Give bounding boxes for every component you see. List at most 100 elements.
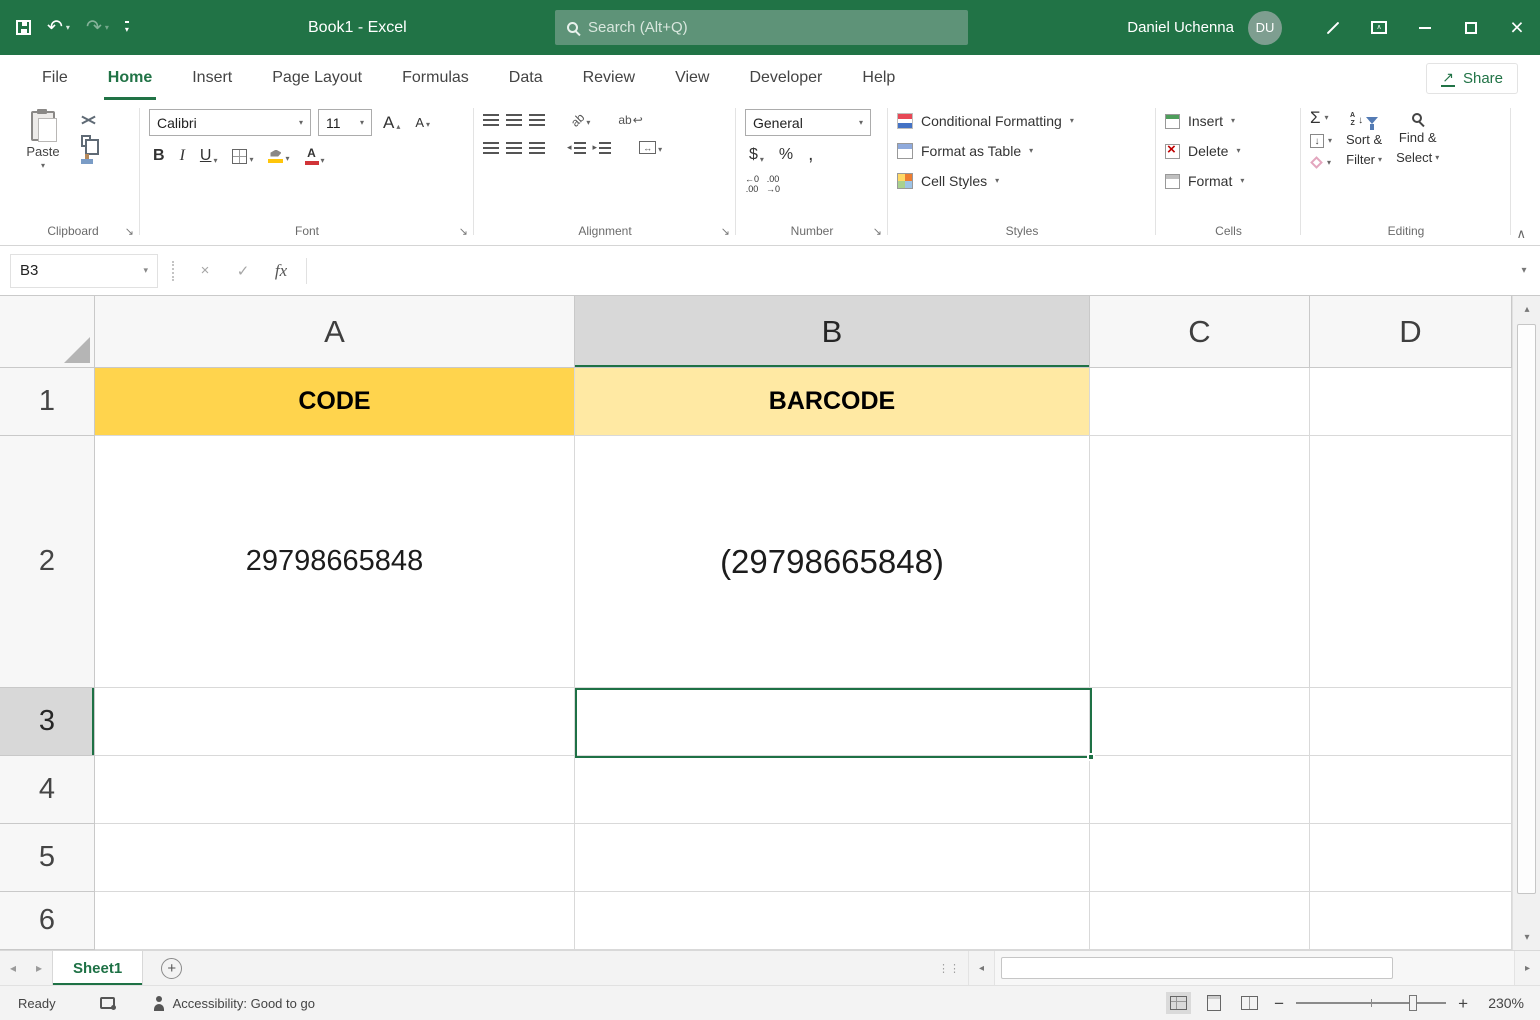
new-sheet-button[interactable]: + [161, 958, 182, 979]
cell-A5[interactable] [95, 824, 575, 892]
row-header-3[interactable]: 3 [0, 688, 95, 756]
font-size-combobox[interactable]: 11▾ [318, 109, 372, 136]
cell-C5[interactable] [1090, 824, 1310, 892]
cell-C1[interactable] [1090, 368, 1310, 436]
increase-font-size-button[interactable]: A▴ [379, 112, 404, 133]
alignment-dialog-launcher[interactable]: ↘ [721, 227, 730, 238]
zoom-out-button[interactable]: − [1274, 995, 1284, 1012]
column-header-B[interactable]: B [575, 296, 1090, 368]
align-middle-icon[interactable] [506, 114, 522, 126]
zoom-level[interactable]: 230% [1480, 995, 1524, 1011]
align-left-icon[interactable] [483, 142, 499, 154]
clear-button[interactable]: ▾ [1310, 156, 1332, 169]
cell-A6[interactable] [95, 892, 575, 950]
tab-data[interactable]: Data [489, 55, 563, 100]
cell-B1[interactable]: BARCODE [575, 368, 1090, 436]
row-header-4[interactable]: 4 [0, 756, 95, 824]
row-header-6[interactable]: 6 [0, 892, 95, 950]
column-header-D[interactable]: D [1310, 296, 1512, 368]
cell-D1[interactable] [1310, 368, 1512, 436]
font-color-button[interactable]: A ▾ [301, 145, 329, 167]
zoom-slider[interactable] [1296, 1002, 1446, 1004]
tab-view[interactable]: View [655, 55, 729, 100]
borders-button[interactable]: ▾ [228, 147, 257, 166]
orientation-button[interactable]: ab▾ [567, 111, 594, 129]
cell-B4[interactable] [575, 756, 1090, 824]
comma-style-button[interactable]: , [804, 147, 817, 162]
zoom-in-button[interactable]: + [1458, 995, 1468, 1012]
account-name[interactable]: Daniel Uchenna [1127, 19, 1234, 36]
formula-bar-resize-handle[interactable] [172, 261, 174, 281]
cell-D6[interactable] [1310, 892, 1512, 950]
insert-function-button[interactable]: fx [262, 254, 300, 288]
next-sheet-button[interactable]: ▸ [26, 951, 52, 985]
scroll-right-button[interactable]: ▸ [1514, 951, 1540, 985]
decrease-indent-button[interactable]: ◂ [567, 142, 586, 154]
close-button[interactable]: × [1494, 0, 1540, 55]
undo-button[interactable]: ↶▾ [47, 18, 70, 37]
number-format-combobox[interactable]: General▾ [745, 109, 871, 136]
align-center-icon[interactable] [506, 142, 522, 154]
sheet-tab-sheet1[interactable]: Sheet1 [52, 951, 143, 985]
page-layout-view-button[interactable] [1203, 991, 1225, 1015]
cell-C6[interactable] [1090, 892, 1310, 950]
inking-button[interactable] [1310, 0, 1356, 55]
minimize-button[interactable] [1402, 0, 1448, 55]
customize-qat-button[interactable]: ▾ [125, 21, 129, 34]
page-break-view-button[interactable] [1237, 992, 1262, 1014]
sort-filter-button[interactable]: AZ↓ Sort & Filter▾ [1344, 109, 1384, 171]
name-box[interactable]: B3 ▾ [10, 254, 158, 288]
formula-input[interactable] [313, 254, 1508, 288]
paste-button[interactable]: Paste ▾ [15, 106, 71, 170]
cell-B3-selected[interactable] [575, 688, 1090, 756]
fill-color-button[interactable]: ▾ [264, 148, 293, 165]
avatar[interactable]: DU [1248, 11, 1282, 45]
tab-home[interactable]: Home [88, 55, 172, 100]
cell-A1[interactable]: CODE [95, 368, 575, 436]
expand-formula-bar-button[interactable]: ▾ [1508, 265, 1540, 276]
scroll-down-button[interactable]: ▾ [1513, 924, 1540, 950]
cell-A2[interactable]: 29798665848 [95, 436, 575, 688]
vertical-scrollbar[interactable]: ▴ ▾ [1512, 296, 1540, 950]
cell-styles-button[interactable]: Cell Styles ▾ [897, 166, 1147, 196]
cell-D2[interactable] [1310, 436, 1512, 688]
cell-B5[interactable] [575, 824, 1090, 892]
decrease-font-size-button[interactable]: A▾ [411, 114, 434, 131]
horizontal-scrollbar-thumb[interactable] [1001, 957, 1393, 979]
macro-record-icon[interactable] [100, 997, 115, 1009]
cell-D4[interactable] [1310, 756, 1512, 824]
cell-C3[interactable] [1090, 688, 1310, 756]
tab-page-layout[interactable]: Page Layout [252, 55, 382, 100]
search-bar[interactable] [555, 10, 968, 45]
column-header-C[interactable]: C [1090, 296, 1310, 368]
save-button[interactable] [16, 20, 31, 35]
tab-scrollbar-resize-handle[interactable]: ⋮⋮ [930, 962, 968, 975]
insert-cells-button[interactable]: Insert ▾ [1165, 106, 1292, 136]
number-dialog-launcher[interactable]: ↘ [873, 227, 882, 238]
autosum-button[interactable]: Σ▾ [1310, 109, 1332, 126]
normal-view-button[interactable] [1166, 992, 1191, 1014]
ribbon-display-options-button[interactable]: ∧ [1356, 0, 1402, 55]
share-button[interactable]: ↗ Share [1426, 63, 1518, 94]
align-bottom-icon[interactable] [529, 114, 545, 126]
clipboard-dialog-launcher[interactable]: ↘ [125, 227, 134, 238]
conditional-formatting-button[interactable]: Conditional Formatting ▾ [897, 106, 1147, 136]
increase-indent-button[interactable]: ▸ [593, 142, 612, 154]
accessibility-checker[interactable]: Accessibility: Good to go [153, 996, 315, 1011]
row-header-2[interactable]: 2 [0, 436, 95, 688]
cell-C2[interactable] [1090, 436, 1310, 688]
format-cells-button[interactable]: Format ▾ [1165, 166, 1292, 196]
search-input[interactable] [588, 19, 956, 36]
find-select-button[interactable]: Find & Select▾ [1394, 109, 1441, 171]
cell-D3[interactable] [1310, 688, 1512, 756]
cut-icon[interactable] [81, 114, 96, 127]
prev-sheet-button[interactable]: ◂ [0, 951, 26, 985]
cell-A4[interactable] [95, 756, 575, 824]
tab-developer[interactable]: Developer [729, 55, 842, 100]
select-all-corner[interactable] [0, 296, 95, 368]
tab-formulas[interactable]: Formulas [382, 55, 489, 100]
cell-B6[interactable] [575, 892, 1090, 950]
delete-cells-button[interactable]: Delete ▾ [1165, 136, 1292, 166]
cell-C4[interactable] [1090, 756, 1310, 824]
row-header-1[interactable]: 1 [0, 368, 95, 436]
